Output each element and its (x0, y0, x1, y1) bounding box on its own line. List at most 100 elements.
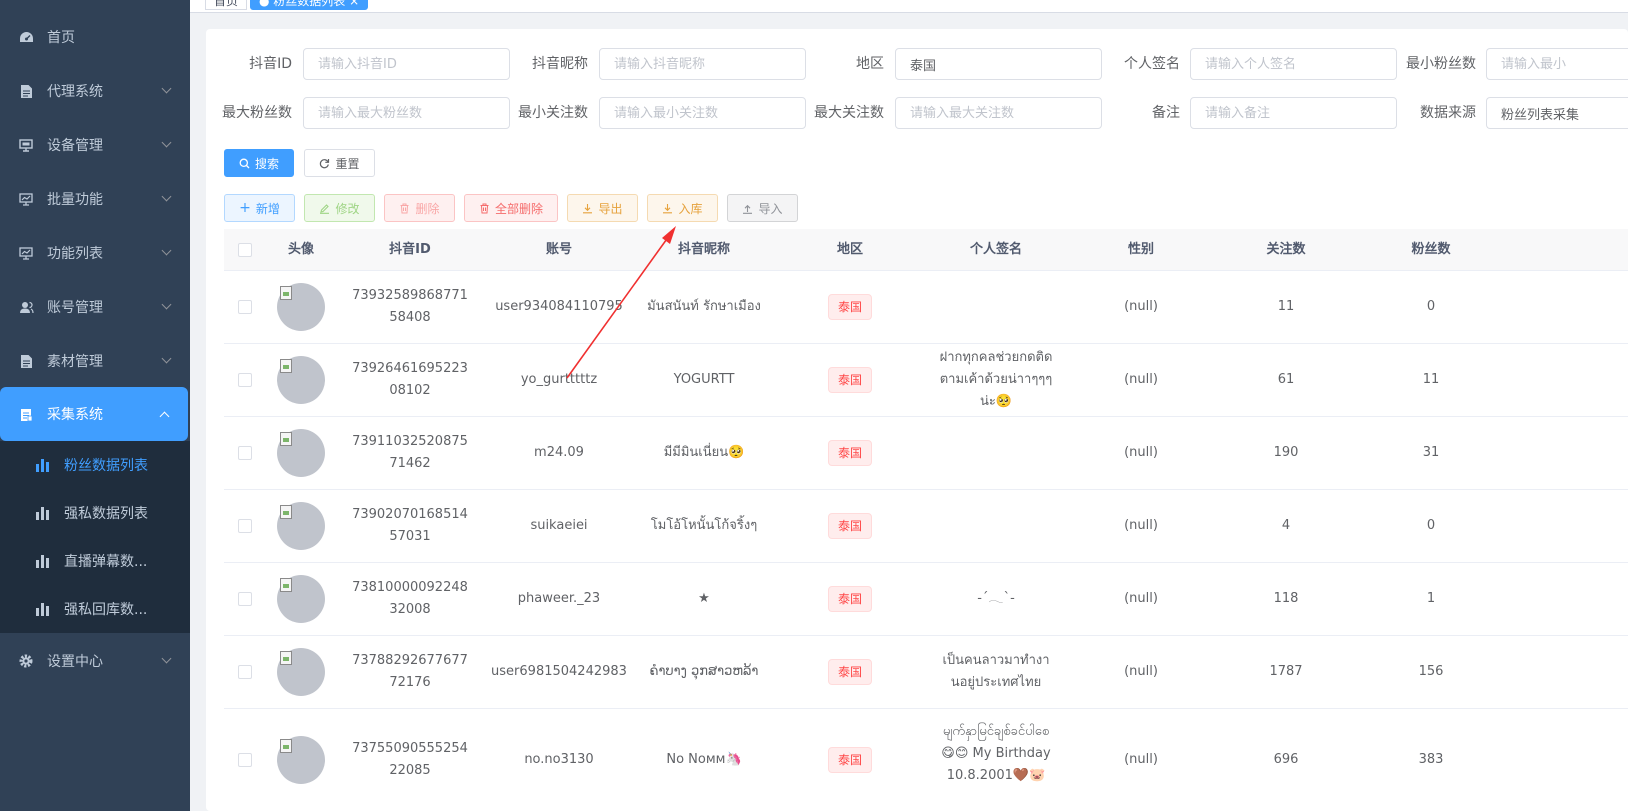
account-cell: user6981504242983 (491, 664, 627, 679)
row-checkbox[interactable] (238, 300, 252, 314)
gender-cell: (null) (1124, 664, 1158, 679)
header-signature: 个人签名 (969, 242, 1022, 257)
max-fans-input[interactable] (303, 97, 510, 129)
sidebar-item-agent-system[interactable]: 代理系统 (0, 64, 190, 118)
row-checkbox[interactable] (238, 519, 252, 533)
follow-count-cell: 118 (1273, 591, 1299, 606)
import-button[interactable]: 导入 (727, 194, 798, 222)
broken-image-icon (280, 578, 292, 592)
chart-monitor-icon (18, 245, 34, 261)
sidebar-item-function-list[interactable]: 功能列表 (0, 226, 190, 280)
broken-image-icon (280, 651, 292, 665)
region-cell: 泰国 (774, 563, 926, 635)
table-row[interactable]: 7381000009224832008 phaweer._23 ★ 泰国 -´𓂃… (224, 563, 1628, 636)
clipboard-icon (18, 406, 34, 422)
monitor-icon (18, 137, 34, 153)
delete-all-button[interactable]: 全部删除 (464, 194, 558, 222)
sidebar-subitem-private-data-list[interactable]: 强私数据列表 (0, 489, 190, 537)
table-row[interactable]: 7390207016851457031 suikaeiei โมโอ้โหนั้… (224, 490, 1628, 563)
sidebar-subitem-fans-data-list[interactable]: 粉丝数据列表 (0, 441, 190, 489)
select-all-checkbox[interactable] (238, 243, 252, 257)
sidebar-item-device-management[interactable]: 设备管理 (0, 118, 190, 172)
account-cell: user934084110795 (495, 299, 623, 314)
nickname-input[interactable] (599, 48, 806, 80)
header-gender: 性别 (1127, 242, 1154, 257)
bar-chart-icon (36, 602, 50, 616)
fans-count-cell: 11 (1422, 372, 1440, 387)
douyin-id-input[interactable] (303, 48, 510, 80)
region-cell: 泰国 (774, 271, 926, 343)
row-checkbox[interactable] (238, 665, 252, 679)
region-tag: 泰国 (827, 440, 872, 466)
avatar-cell (266, 417, 336, 489)
chevron-down-icon (161, 299, 172, 310)
sidebar-subitem-private-return-data[interactable]: 强私回库数... (0, 585, 190, 633)
row-checkbox[interactable] (238, 753, 252, 767)
search-button[interactable]: 搜索 (224, 149, 294, 177)
sidebar-subitem-live-barrage-data[interactable]: 直播弹幕数... (0, 537, 190, 585)
data-source-select[interactable] (1486, 97, 1628, 129)
row-select-cell (224, 417, 266, 489)
reset-button-label: 重置 (335, 156, 360, 171)
signature-cell (926, 417, 1066, 489)
tag-home[interactable]: 首页 (205, 0, 248, 10)
sidebar-item-label: 账号管理 (47, 300, 103, 316)
sidebar-item-settings-center[interactable]: 设置中心 (0, 634, 190, 688)
avatar-cell (266, 563, 336, 635)
signature-cell (926, 271, 1066, 343)
fans-count-cell: 31 (1422, 445, 1440, 460)
region-label: 地区 (856, 56, 884, 72)
signature-label: 个人签名 (1124, 56, 1180, 72)
sidebar-item-home[interactable]: 首页 (0, 10, 190, 64)
download-icon (663, 203, 673, 213)
fans-count-cell: 0 (1426, 518, 1436, 533)
table-row[interactable]: 7392646169522308102 yo_gurtttttz YOGURTT… (224, 344, 1628, 417)
broken-image-icon (280, 505, 292, 519)
min-fans-input[interactable] (1486, 48, 1628, 80)
signature-cell: ฝากทุกคลช่วยกดติดตามเค้าด้วยน่าาๆๆๆน่ะ🥺 (939, 350, 1053, 409)
tag-fans-data-list[interactable]: ● 粉丝数据列表 × (250, 0, 369, 10)
delete-button[interactable]: 删除 (384, 194, 455, 222)
chevron-down-icon (161, 245, 172, 256)
reset-button[interactable]: 重置 (304, 149, 375, 177)
douyin-id-cell: 7375509055525422085 (352, 741, 468, 778)
chevron-up-icon (159, 411, 170, 422)
fans-count-cell: 1 (1426, 591, 1436, 606)
table-row[interactable]: 7393258986877158408 user934084110795 มัน… (224, 271, 1628, 344)
row-checkbox[interactable] (238, 373, 252, 387)
max-follow-input[interactable] (895, 97, 1102, 129)
max-fans-label: 最大粉丝数 (222, 105, 292, 121)
table-row[interactable]: 7391103252087571462 m24.09 มีมีมินเนี่ยน… (224, 417, 1628, 490)
gender-cell: (null) (1124, 372, 1158, 387)
sidebar-item-material-management[interactable]: 素材管理 (0, 334, 190, 388)
avatar (277, 575, 325, 623)
sidebar-item-collection-system[interactable]: 采集系统 (0, 387, 188, 441)
fans-count-cell: 156 (1418, 664, 1444, 679)
sidebar-item-batch-functions[interactable]: 批量功能 (0, 172, 190, 226)
region-input[interactable] (895, 48, 1102, 80)
search-icon (239, 158, 250, 168)
avatar (277, 356, 325, 404)
account-cell: yo_gurtttttz (520, 372, 598, 387)
add-button[interactable]: + 新增 (224, 194, 295, 222)
row-checkbox[interactable] (238, 592, 252, 606)
broken-image-icon (280, 359, 292, 373)
sidebar-item-account-management[interactable]: 账号管理 (0, 280, 190, 334)
store-button[interactable]: 入库 (647, 194, 718, 222)
region-tag: 泰国 (827, 294, 872, 320)
dashboard-icon (18, 29, 34, 45)
follow-count-cell: 61 (1277, 372, 1295, 387)
edit-button[interactable]: 修改 (304, 194, 375, 222)
row-select-cell (224, 344, 266, 416)
region-cell: 泰国 (774, 417, 926, 489)
row-checkbox[interactable] (238, 446, 252, 460)
remark-input[interactable] (1190, 97, 1397, 129)
row-select-cell (224, 563, 266, 635)
min-follow-input[interactable] (599, 97, 806, 129)
document-icon (18, 353, 34, 369)
export-button-label: 导出 (598, 201, 623, 216)
signature-input[interactable] (1190, 48, 1397, 80)
table-row[interactable]: 7375509055525422085 no.no3130 No Nᴏᴍᴍ🦄 泰… (224, 709, 1628, 811)
export-button[interactable]: 导出 (567, 194, 638, 222)
table-row[interactable]: 7378829267767772176 user6981504242983 ຄຳ… (224, 636, 1628, 709)
